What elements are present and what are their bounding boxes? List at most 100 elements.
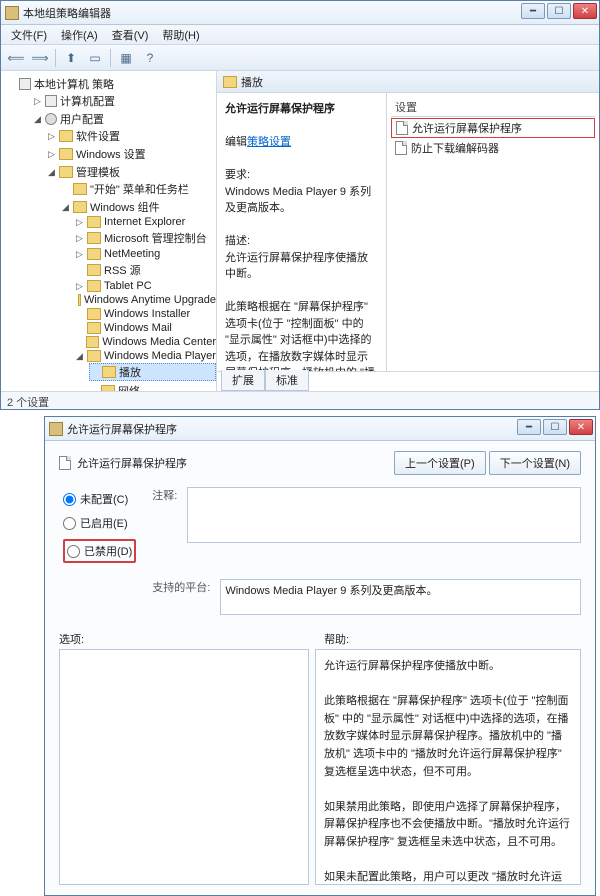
folder-icon xyxy=(87,280,101,292)
folder-icon xyxy=(73,183,87,195)
tree-root[interactable]: 本地计算机 策略 xyxy=(19,76,216,92)
close-button[interactable]: ✕ xyxy=(573,3,597,19)
back-icon[interactable]: ⟸ xyxy=(7,49,25,67)
folder-icon xyxy=(102,366,116,378)
tree-tablet-pc[interactable]: ▷Tablet PC xyxy=(75,280,216,292)
list-item-screensaver[interactable]: 允许运行屏幕保护程序 xyxy=(391,118,595,138)
tree-start-menu[interactable]: "开始" 菜单和任务栏 xyxy=(61,181,216,197)
window-title: 本地组策略编辑器 xyxy=(23,5,111,21)
settings-list: 设置 允许运行屏幕保护程序 防止下载编解码器 xyxy=(387,93,599,371)
dialog-titlebar[interactable]: 允许运行屏幕保护程序 ━ ☐ ✕ xyxy=(45,417,595,441)
tree-netmeeting[interactable]: ▷NetMeeting xyxy=(75,248,216,260)
tree-playback[interactable]: 播放 xyxy=(89,363,216,381)
gpedit-window: 本地组策略编辑器 ━ ☐ ✕ 文件(F) 操作(A) 查看(V) 帮助(H) ⟸… xyxy=(0,0,600,410)
dialog-heading: 允许运行屏幕保护程序 xyxy=(77,455,187,471)
tree-ie[interactable]: ▷Internet Explorer xyxy=(75,216,216,228)
titlebar[interactable]: 本地组策略编辑器 ━ ☐ ✕ xyxy=(1,1,599,25)
folder-icon xyxy=(87,322,101,334)
computer-icon xyxy=(19,78,31,90)
tree-anytime-upgrade[interactable]: Windows Anytime Upgrade xyxy=(75,294,216,306)
policy-icon xyxy=(59,456,71,470)
tree-windows-components[interactable]: ◢Windows 组件 xyxy=(61,199,216,215)
properties-icon[interactable]: ▭ xyxy=(86,49,104,67)
options-box xyxy=(59,649,309,885)
folder-icon xyxy=(87,216,101,228)
next-setting-button[interactable]: 下一个设置(N) xyxy=(489,451,581,475)
policy-title: 允许运行屏幕保护程序 xyxy=(225,103,335,115)
separator xyxy=(110,49,111,67)
folder-icon xyxy=(87,350,101,362)
policy-dialog: 允许运行屏幕保护程序 ━ ☐ ✕ 允许运行屏幕保护程序 上一个设置(P) 下一个… xyxy=(44,416,596,896)
tree-media-center[interactable]: Windows Media Center xyxy=(75,336,216,348)
policy-icon xyxy=(396,121,408,135)
list-header[interactable]: 设置 xyxy=(391,97,595,117)
tree-windows-installer[interactable]: Windows Installer xyxy=(75,308,216,320)
tree-software-settings[interactable]: ▷软件设置 xyxy=(47,128,216,144)
help-label: 帮助: xyxy=(324,631,349,647)
prev-setting-button[interactable]: 上一个设置(P) xyxy=(394,451,486,475)
menu-help[interactable]: 帮助(H) xyxy=(156,25,205,45)
menubar: 文件(F) 操作(A) 查看(V) 帮助(H) xyxy=(1,25,599,45)
tree-mmc[interactable]: ▷Microsoft 管理控制台 xyxy=(75,230,216,246)
tree-windows-mail[interactable]: Windows Mail xyxy=(75,322,216,334)
maximize-button[interactable]: ☐ xyxy=(547,3,571,19)
folder-icon xyxy=(86,336,99,348)
menu-action[interactable]: 操作(A) xyxy=(55,25,104,45)
folder-icon xyxy=(101,385,115,391)
help-box[interactable]: 允许运行屏幕保护程序使播放中断。 此策略根据在 "屏幕保护程序" 选项卡(位于 … xyxy=(315,649,581,885)
menu-view[interactable]: 查看(V) xyxy=(106,25,155,45)
separator xyxy=(55,49,56,67)
tree-media-player[interactable]: ◢Windows Media Player xyxy=(75,350,216,362)
edit-policy-link[interactable]: 策略设置 xyxy=(247,136,291,148)
minimize-button[interactable]: ━ xyxy=(521,3,545,19)
app-icon xyxy=(5,6,19,20)
tab-standard[interactable]: 标准 xyxy=(265,370,309,391)
folder-icon xyxy=(59,148,73,160)
tree-rss[interactable]: RSS 源 xyxy=(75,262,216,278)
folder-icon xyxy=(87,264,101,276)
policy-icon xyxy=(395,141,407,155)
tree-windows-settings[interactable]: ▷Windows 设置 xyxy=(47,146,216,162)
state-radios: 未配置(C) 已启用(E) 已禁用(D) xyxy=(59,487,140,567)
tab-extended[interactable]: 扩展 xyxy=(221,370,265,391)
folder-icon xyxy=(73,201,87,213)
comment-input[interactable] xyxy=(187,487,581,543)
tree-pane[interactable]: 本地计算机 策略 ▷计算机配置 ◢用户配置 ▷软件设置 ▷Windows 设置 … xyxy=(1,71,217,391)
dialog-icon xyxy=(49,422,63,436)
folder-icon xyxy=(223,76,237,88)
options-label: 选项: xyxy=(59,631,84,647)
dialog-minimize-button[interactable]: ━ xyxy=(517,419,541,435)
comment-label: 注释: xyxy=(152,487,177,543)
help-icon[interactable]: ? xyxy=(141,49,159,67)
dialog-close-button[interactable]: ✕ xyxy=(569,419,593,435)
tree-user-config[interactable]: ◢用户配置 xyxy=(33,111,216,127)
folder-icon xyxy=(59,130,73,142)
platform-box: Windows Media Player 9 系列及更高版本。 xyxy=(220,579,581,615)
list-item-codec[interactable]: 防止下载编解码器 xyxy=(391,139,595,157)
tree-computer-config[interactable]: ▷计算机配置 xyxy=(33,93,216,109)
tree-networking[interactable]: 网络 xyxy=(89,383,216,391)
dialog-maximize-button[interactable]: ☐ xyxy=(543,419,567,435)
right-header-title: 播放 xyxy=(241,74,263,90)
folder-icon xyxy=(59,166,73,178)
dialog-title: 允许运行屏幕保护程序 xyxy=(67,421,177,437)
radio-disabled[interactable]: 已禁用(D) xyxy=(67,543,132,559)
tree-admin-templates[interactable]: ◢管理模板 xyxy=(47,164,216,180)
folder-icon xyxy=(78,294,81,306)
folder-icon xyxy=(87,308,101,320)
detail-tabs: 扩展 标准 xyxy=(217,371,599,391)
radio-enabled[interactable]: 已启用(E) xyxy=(63,515,136,531)
up-icon[interactable]: ⬆ xyxy=(62,49,80,67)
folder-icon xyxy=(87,248,101,260)
toolbar: ⟸ ⟹ ⬆ ▭ ▦ ? xyxy=(1,45,599,71)
menu-file[interactable]: 文件(F) xyxy=(5,25,53,45)
refresh-icon[interactable]: ▦ xyxy=(117,49,135,67)
status-bar: 2 个设置 xyxy=(1,391,599,409)
user-icon xyxy=(45,113,57,125)
computer-icon xyxy=(45,95,57,107)
right-pane: 播放 允许运行屏幕保护程序 编辑策略设置 要求: Windows Media P… xyxy=(217,71,599,391)
right-header: 播放 xyxy=(217,71,599,93)
platform-label: 支持的平台: xyxy=(152,579,210,595)
forward-icon[interactable]: ⟹ xyxy=(31,49,49,67)
radio-not-configured[interactable]: 未配置(C) xyxy=(63,491,136,507)
